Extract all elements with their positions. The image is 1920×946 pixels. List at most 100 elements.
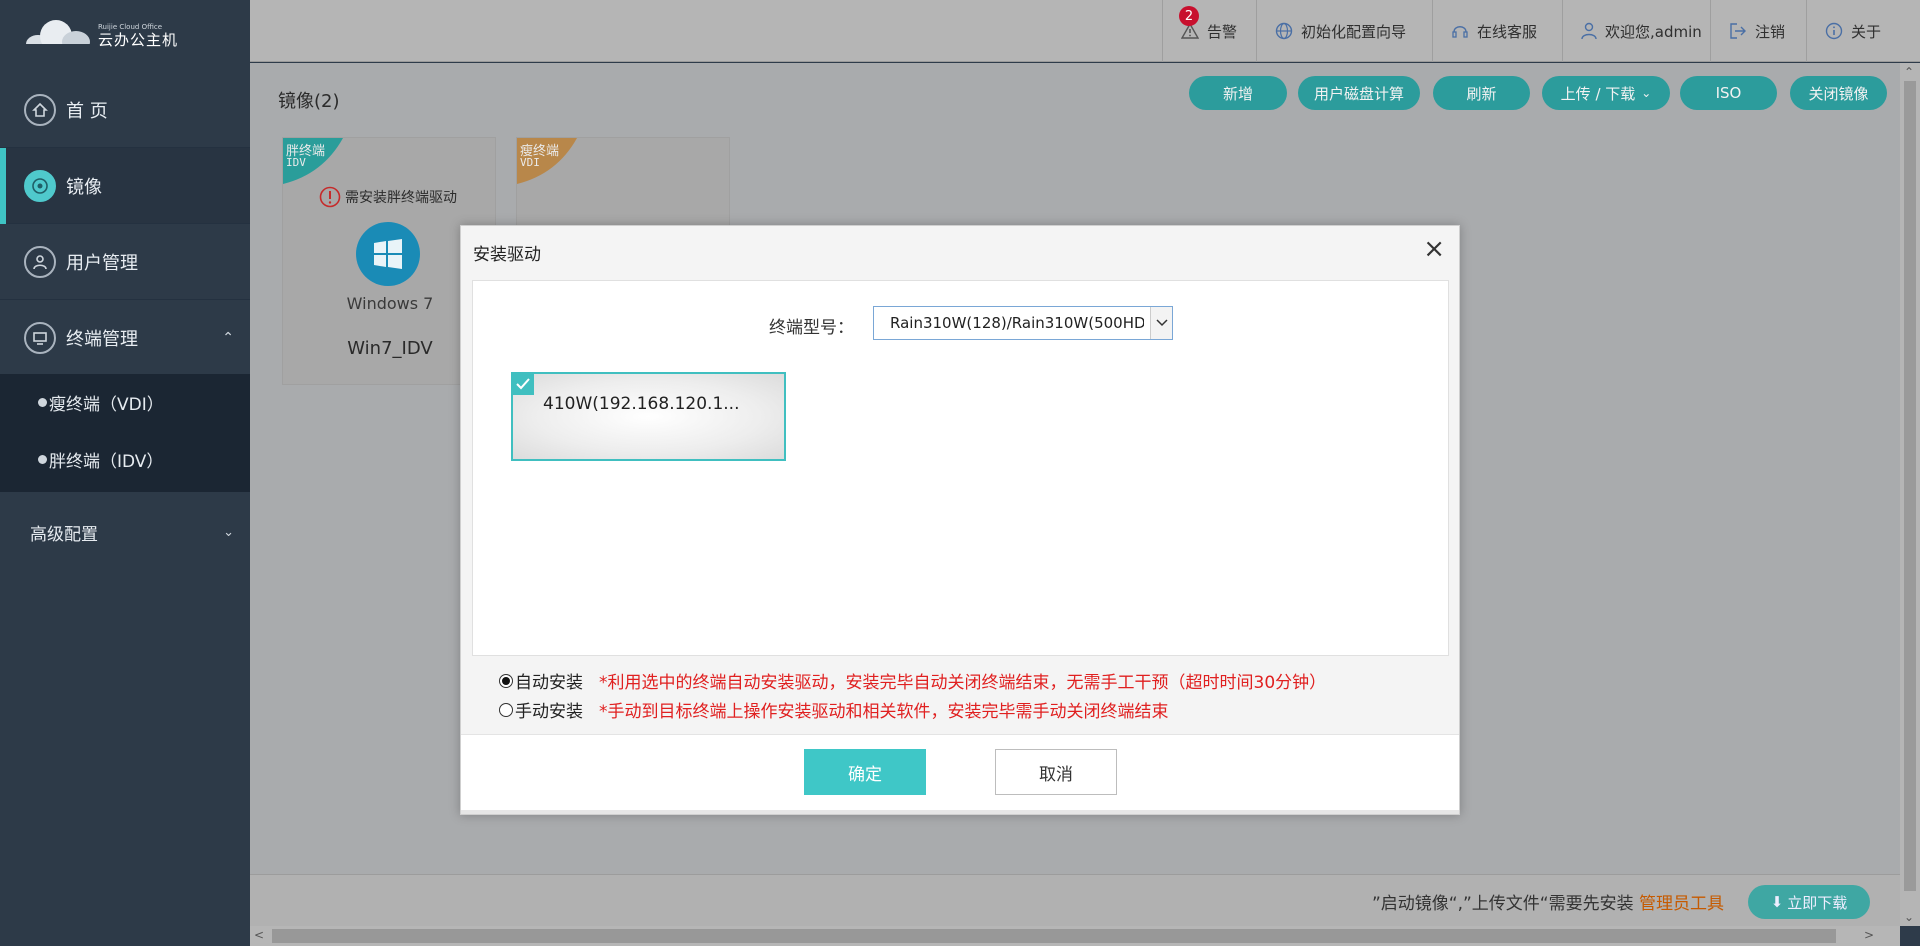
wizard-label: 初始化配置向导	[1301, 22, 1407, 41]
wizard-button[interactable]: 初始化配置向导	[1256, 0, 1432, 62]
sidebar-subitem-vdi[interactable]: 瘦终端（VDI）	[0, 374, 250, 431]
scrollbar-thumb[interactable]	[272, 929, 1836, 943]
sidebar-item-terminals[interactable]: 终端管理 ⌃	[0, 300, 250, 376]
auto-install-radio[interactable]	[499, 673, 513, 688]
driver-warning-text: 需安装胖终端驱动	[345, 190, 457, 206]
terminal-model-select[interactable]: Rain310W(128)/Rain310W(500HD)/Rain410W	[873, 306, 1173, 340]
download-now-button[interactable]: ⬇ 立即下载	[1748, 885, 1870, 919]
close-icon[interactable]: ×	[1423, 236, 1445, 262]
logo-small-text: Ruijie Cloud Office	[98, 23, 163, 31]
chevron-down-icon: ⌄	[223, 524, 234, 540]
iso-button[interactable]: ISO	[1680, 76, 1777, 110]
logout-icon	[1729, 22, 1747, 40]
cloud-logo-icon	[26, 20, 90, 54]
confirm-button[interactable]: 确定	[804, 749, 926, 795]
chevron-up-icon: ⌃	[222, 329, 234, 346]
cancel-button[interactable]: 取消	[995, 749, 1117, 795]
monitor-icon	[24, 321, 56, 354]
bullet-icon	[38, 398, 47, 407]
sidebar-item-label: 用户管理	[66, 252, 138, 274]
logout-button[interactable]: 注销	[1710, 0, 1806, 62]
globe-icon	[1275, 22, 1293, 40]
auto-install-note: *利用选中的终端自动安装驱动，安装完毕自动关闭终端结束，无需手工干预（超时时间3…	[599, 673, 1327, 693]
terminal-item[interactable]: 410W(192.168.120.1...	[511, 372, 786, 461]
disc-icon	[24, 169, 56, 202]
alert-button[interactable]: 2 告警	[1162, 0, 1256, 62]
upload-download-label: 上传 / 下载	[1560, 84, 1636, 103]
scroll-up-arrow-icon[interactable]: ⌃	[1904, 65, 1914, 79]
install-driver-dialog: 安装驱动 × 终端型号： Rain310W(128)/Rain310W(500H…	[460, 225, 1460, 815]
exclamation-circle-icon	[319, 186, 341, 208]
add-button[interactable]: 新增	[1189, 76, 1287, 110]
sidebar-item-home[interactable]: 首 页	[0, 72, 250, 148]
windows-logo-icon	[356, 222, 420, 286]
support-button[interactable]: 在线客服	[1432, 0, 1562, 62]
close-image-button[interactable]: 关闭镜像	[1790, 76, 1887, 110]
user-icon	[24, 245, 56, 278]
dialog-body: 终端型号： Rain310W(128)/Rain310W(500HD)/Rain…	[472, 280, 1449, 656]
auto-install-option[interactable]: 自动安装 *利用选中的终端自动安装驱动，安装完毕自动关闭终端结束，无需手工干预（…	[499, 668, 1326, 693]
sidebar-subitem-idv[interactable]: 胖终端（IDV）	[0, 431, 250, 488]
sidebar-subitem-label: 瘦终端（VDI）	[49, 395, 164, 415]
user-icon	[1581, 22, 1597, 40]
driver-warning: 需安装胖终端驱动	[319, 186, 457, 208]
manual-install-option[interactable]: 手动安装 *手动到目标终端上操作安装驱动和相关软件，安装完毕需手动关闭终端结束	[499, 697, 1169, 722]
footer-notice: ”启动镜像“,”上传文件“需要先安装 管理员工具	[1372, 889, 1724, 914]
refresh-button[interactable]: 刷新	[1433, 76, 1530, 110]
scroll-down-arrow-icon[interactable]: ⌄	[1904, 910, 1914, 924]
scrollbar-thumb[interactable]	[1904, 81, 1916, 891]
sidebar-item-label: 高级配置	[30, 524, 98, 545]
sidebar-item-label: 终端管理	[66, 328, 138, 350]
manual-install-note: *手动到目标终端上操作安装驱动和相关软件，安装完毕需手动关闭终端结束	[599, 702, 1169, 722]
welcome-label: 欢迎您,admin	[1605, 22, 1702, 41]
download-label: 立即下载	[1787, 893, 1848, 912]
admin-tool-link[interactable]: 管理员工具	[1639, 894, 1724, 914]
alert-label: 告警	[1207, 22, 1238, 41]
footer-notice-text: ”启动镜像“,”上传文件“需要先安装	[1371, 894, 1634, 914]
user-menu[interactable]: 欢迎您,admin	[1562, 0, 1710, 62]
auto-install-label: 自动安装	[515, 673, 583, 693]
footer-bar: ”启动镜像“,”上传文件“需要先安装 管理员工具 ⬇ 立即下载	[250, 874, 1900, 926]
dialog-title: 安装驱动	[473, 245, 541, 265]
terminal-submenu: 瘦终端（VDI） 胖终端（IDV）	[0, 374, 250, 492]
disk-calc-button[interactable]: 用户磁盘计算	[1298, 76, 1420, 110]
dialog-footer: 确定 取消	[461, 734, 1459, 814]
sidebar-item-advanced[interactable]: 高级配置 ⌄	[0, 494, 250, 570]
logo-name: 云办公主机	[98, 31, 179, 49]
manual-install-label: 手动安装	[515, 702, 583, 722]
chevron-down-icon: ⌄	[1641, 86, 1652, 100]
bullet-icon	[38, 455, 47, 464]
horizontal-scrollbar[interactable]: < >	[250, 926, 1900, 946]
logout-label: 注销	[1755, 22, 1786, 41]
app-logo: Ruijie Cloud Office 云办公主机	[24, 16, 178, 56]
top-bar: 2 告警 初始化配置向导 在线客服 欢迎您,admin 注销 关于	[250, 0, 1920, 62]
sidebar-item-users[interactable]: 用户管理	[0, 224, 250, 300]
sidebar: Ruijie Cloud Office 云办公主机 首 页 镜像 用户管理 终端…	[0, 0, 250, 946]
terminal-name: 410W(192.168.120.1...	[543, 394, 740, 414]
sidebar-item-images[interactable]: 镜像	[0, 148, 250, 224]
checkmark-icon[interactable]	[512, 373, 534, 395]
sidebar-item-label: 镜像	[66, 176, 102, 198]
sidebar-item-label: 首 页	[66, 100, 108, 122]
sidebar-subitem-label: 胖终端（IDV）	[49, 452, 164, 472]
scroll-left-arrow-icon[interactable]: <	[254, 928, 264, 942]
home-icon	[24, 93, 56, 126]
download-arrow-icon: ⬇	[1770, 893, 1784, 911]
support-label: 在线客服	[1477, 22, 1538, 41]
about-button[interactable]: 关于	[1806, 0, 1920, 62]
page-title: 镜像(2)	[278, 91, 340, 112]
terminal-model-value: Rain310W(128)/Rain310W(500HD)/Rain410W	[890, 314, 1144, 332]
headset-icon	[1451, 22, 1469, 40]
terminal-model-label: 终端型号：	[769, 318, 854, 338]
dialog-bottom-divider	[461, 810, 1459, 814]
info-icon	[1825, 22, 1843, 40]
ribbon-bottom-label: IDV	[286, 156, 306, 169]
scroll-right-arrow-icon[interactable]: >	[1864, 928, 1874, 942]
chevron-down-icon	[1150, 307, 1172, 339]
about-label: 关于	[1851, 22, 1882, 41]
alert-count-badge: 2	[1179, 6, 1199, 26]
vertical-scrollbar[interactable]: ⌃ ⌄	[1900, 63, 1920, 926]
upload-download-button[interactable]: 上传 / 下载 ⌄	[1542, 76, 1670, 110]
ribbon-bottom-label: VDI	[520, 156, 540, 169]
manual-install-radio[interactable]	[499, 702, 513, 717]
